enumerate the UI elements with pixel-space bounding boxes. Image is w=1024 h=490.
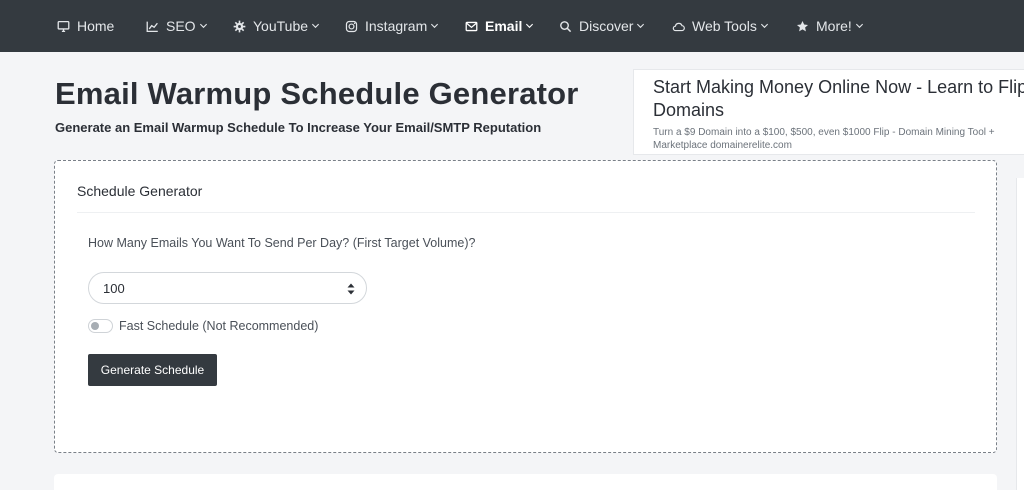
nav-label-web-tools: Web Tools — [692, 18, 757, 34]
instagram-icon — [343, 18, 359, 34]
chevron-down-icon — [199, 21, 209, 31]
fast-schedule-toggle[interactable] — [88, 319, 113, 333]
nav-item-instagram[interactable]: Instagram — [343, 0, 440, 52]
volume-select[interactable]: 100 — [88, 272, 367, 304]
nav-item-web-tools[interactable]: Web Tools — [670, 0, 770, 52]
select-arrows-icon — [347, 283, 355, 295]
chevron-down-icon — [525, 21, 535, 31]
results-card — [54, 474, 997, 490]
fast-schedule-row: Fast Schedule (Not Recommended) — [88, 319, 318, 333]
nav-item-email[interactable]: Email — [463, 0, 535, 52]
card-heading: Schedule Generator — [77, 183, 203, 199]
nav-label-discover: Discover — [579, 18, 634, 34]
generate-schedule-button[interactable]: Generate Schedule — [88, 354, 217, 386]
top-navbar: Home SEO YouTube Instagram Email Discove… — [0, 0, 1024, 52]
toggle-knob — [91, 322, 99, 330]
monitor-icon — [55, 18, 71, 34]
volume-select-value: 100 — [103, 280, 125, 296]
chevron-down-icon — [855, 21, 865, 31]
nav-label-email: Email — [485, 18, 523, 34]
page-title: Email Warmup Schedule Generator — [55, 76, 579, 111]
nav-item-home[interactable]: Home — [55, 0, 114, 52]
nav-label-seo: SEO — [166, 18, 196, 34]
chart-icon — [144, 18, 160, 34]
nav-item-more[interactable]: More! — [794, 0, 865, 52]
sidebar-panel — [1016, 178, 1024, 490]
schedule-generator-card: Schedule Generator How Many Emails You W… — [54, 160, 997, 453]
ad-title[interactable]: Start Making Money Online Now - Learn to… — [653, 76, 1024, 122]
volume-question-label: How Many Emails You Want To Send Per Day… — [88, 236, 476, 250]
chevron-down-icon — [636, 21, 646, 31]
page-subtitle: Generate an Email Warmup Schedule To Inc… — [55, 120, 542, 135]
nav-label-home: Home — [77, 18, 115, 34]
fast-schedule-label: Fast Schedule (Not Recommended) — [119, 319, 319, 333]
ad-banner[interactable]: Start Making Money Online Now - Learn to… — [633, 69, 1024, 155]
nav-label-youtube: YouTube — [253, 18, 309, 34]
chevron-down-icon — [760, 21, 770, 31]
nav-label-instagram: Instagram — [365, 18, 428, 34]
gear-icon — [231, 18, 247, 34]
ad-text: Turn a $9 Domain into a $100, $500, even… — [653, 127, 995, 151]
star-icon — [794, 18, 810, 34]
card-divider — [77, 212, 975, 213]
chevron-down-icon — [430, 21, 440, 31]
nav-item-seo[interactable]: SEO — [144, 0, 209, 52]
nav-item-discover[interactable]: Discover — [557, 0, 646, 52]
nav-label-more: More! — [816, 18, 852, 34]
envelope-icon — [463, 18, 479, 34]
search-icon — [557, 18, 573, 34]
cloud-icon — [670, 18, 686, 34]
nav-item-youtube[interactable]: YouTube — [231, 0, 321, 52]
chevron-down-icon — [311, 21, 321, 31]
